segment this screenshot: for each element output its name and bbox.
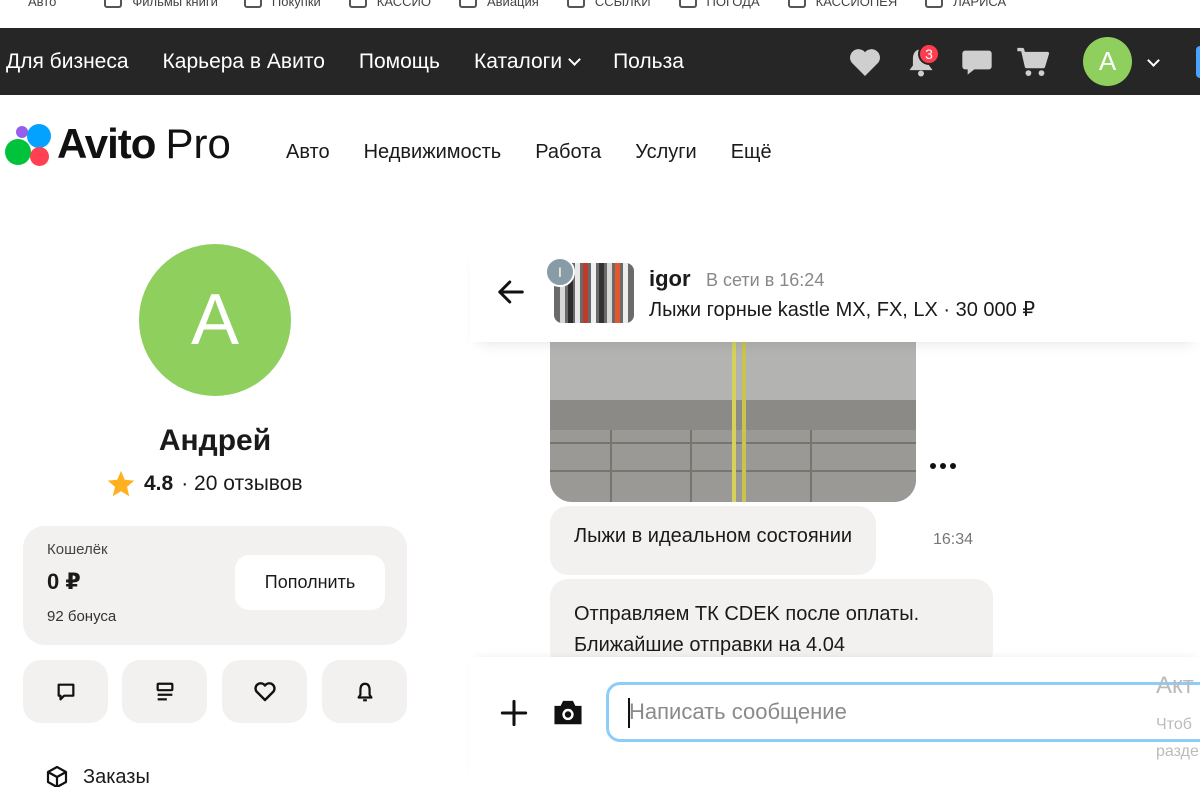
- message-input[interactable]: [606, 682, 1200, 742]
- message-text: Лыжи в идеальном состоянии: [574, 525, 853, 547]
- camera-icon[interactable]: [552, 698, 584, 726]
- wallet-amount: 0 ₽: [47, 569, 81, 594]
- bookmark-item[interactable]: ПОГОДА: [671, 0, 760, 9]
- link-benefit[interactable]: Польза: [613, 50, 684, 74]
- back-arrow-icon[interactable]: [496, 277, 526, 307]
- rating-value: 4.8: [144, 472, 174, 495]
- bookmark-item[interactable]: Авиация: [451, 0, 539, 9]
- dot-icon: [940, 463, 946, 469]
- folder-icon: [458, 0, 477, 8]
- nav-jobs[interactable]: Работа: [535, 141, 601, 164]
- chat-icon: [962, 50, 992, 75]
- profile-rating[interactable]: 4.8 · 20 отзывов: [106, 469, 303, 499]
- top-links: Для бизнеса Карьера в Авито Помощь Катал…: [0, 50, 684, 74]
- message-bubble[interactable]: Отправляем ТК CDEK после оплаты. Ближайш…: [550, 579, 993, 669]
- seller-status: В сети в 16:24: [706, 270, 825, 290]
- chat-icon: [57, 683, 74, 700]
- photo-message[interactable]: [550, 342, 916, 502]
- wallet-card: Кошелёк 0 ₽ 92 бонуса Пополнить: [23, 526, 407, 645]
- box-icon: [46, 765, 68, 787]
- orders-label: Заказы: [83, 765, 150, 787]
- top-icons: 3: [848, 28, 1072, 95]
- link-career[interactable]: Карьера в Авито: [163, 50, 325, 74]
- notification-badge: 3: [918, 42, 940, 65]
- quick-favorites-button[interactable]: [222, 660, 307, 723]
- quick-listings-button[interactable]: [122, 660, 207, 723]
- wallet-label: Кошелёк: [47, 541, 108, 558]
- side-panel-title: Акт: [1156, 672, 1194, 699]
- item-title[interactable]: Лыжи горные kastle MX, FX, LX · 30 000 ₽: [649, 297, 1035, 322]
- chat-header: I igor В сети в 16:24 Лыжи горные kastle…: [470, 245, 1200, 342]
- nav-realty[interactable]: Недвижимость: [364, 141, 502, 164]
- chevron-down-icon[interactable]: [1147, 54, 1160, 67]
- dot-icon: [950, 463, 956, 469]
- bookmarks-bar: Авто Фильмы книги Покупки КАССИО Авиация…: [0, 0, 1200, 28]
- message-more-button[interactable]: [930, 463, 956, 469]
- bookmark-item[interactable]: ЛАРИСА: [917, 0, 1006, 9]
- logo-suffix: Pro: [165, 120, 231, 167]
- side-panel-text: Чтоб разде: [1156, 716, 1199, 760]
- quick-notifications-button[interactable]: [322, 660, 407, 723]
- nav-more[interactable]: Ещё: [731, 141, 772, 164]
- folder-icon: [243, 0, 262, 8]
- wallet-bonus: 92 бонуса: [47, 608, 117, 625]
- cart-icon: [1017, 47, 1050, 76]
- menu-orders[interactable]: Заказы: [45, 765, 150, 787]
- message-time: 16:34: [933, 531, 974, 548]
- favorites-button[interactable]: [848, 45, 882, 79]
- quick-messages-button[interactable]: [23, 660, 108, 723]
- link-help[interactable]: Помощь: [359, 50, 440, 74]
- bookmark-item[interactable]: Покупки: [236, 0, 321, 9]
- chevron-down-icon: [568, 52, 581, 66]
- folder-icon: [104, 0, 123, 8]
- heart-icon: [253, 681, 276, 701]
- folder-icon: [787, 0, 806, 8]
- dot-icon: [930, 463, 936, 469]
- nav-services[interactable]: Услуги: [635, 141, 697, 164]
- seller-avatar[interactable]: I: [545, 257, 575, 287]
- listings-icon: [156, 682, 173, 700]
- avito-pro-logo[interactable]: Avito Pro: [5, 120, 231, 168]
- bookmark-item[interactable]: ССЫЛКИ: [559, 0, 651, 9]
- link-for-business[interactable]: Для бизнеса: [6, 50, 129, 74]
- link-catalogs[interactable]: Каталоги: [474, 50, 581, 74]
- seller-name[interactable]: igor: [649, 266, 691, 292]
- cropped-button[interactable]: [1196, 46, 1200, 78]
- notifications-button[interactable]: 3: [904, 42, 940, 79]
- profile-avatar[interactable]: А: [139, 244, 291, 396]
- messages-button[interactable]: [960, 45, 994, 79]
- plus-icon[interactable]: [500, 699, 528, 727]
- top-navigation: Для бизнеса Карьера в Авито Помощь Катал…: [0, 28, 1200, 95]
- main-navigation: Авто Недвижимость Работа Услуги Ещё: [286, 141, 772, 164]
- bookmark-item[interactable]: КАССИОПЕЯ: [780, 0, 897, 9]
- message-text: Отправляем ТК CDEK после оплаты.: [574, 603, 920, 625]
- message-bubble[interactable]: Лыжи в идеальном состоянии: [550, 506, 877, 575]
- logo-dots-icon: [5, 121, 53, 167]
- heart-icon: [850, 48, 880, 76]
- folder-icon: [566, 0, 585, 8]
- logo-brand: Avito: [57, 120, 156, 167]
- star-icon: [107, 470, 135, 497]
- folder-icon: [925, 0, 944, 8]
- folder-icon: [348, 0, 367, 8]
- bell-icon: [356, 682, 373, 701]
- message-composer: [470, 657, 1200, 787]
- bookmark-item[interactable]: Фильмы книги: [96, 0, 218, 9]
- cart-button[interactable]: [1016, 45, 1050, 79]
- reviews-count: · 20 отзывов: [181, 472, 303, 495]
- text-caret: [628, 698, 630, 728]
- user-avatar[interactable]: А: [1083, 37, 1132, 86]
- folder-icon: [678, 0, 697, 8]
- bookmark-item[interactable]: КАССИО: [341, 0, 431, 9]
- topup-button[interactable]: Пополнить: [235, 555, 385, 610]
- bookmark-item[interactable]: Авто: [0, 0, 56, 9]
- profile-name: Андрей: [158, 424, 272, 457]
- nav-auto[interactable]: Авто: [286, 141, 330, 164]
